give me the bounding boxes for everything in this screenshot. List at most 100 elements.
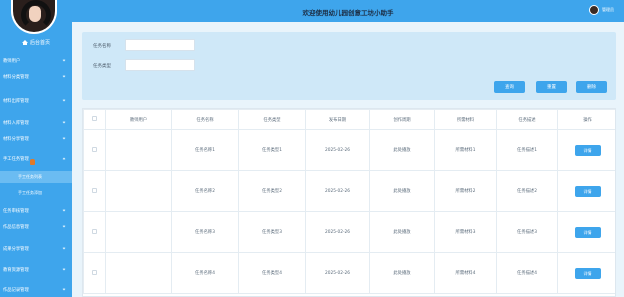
materials-cell: 所需材料4 xyxy=(434,252,497,294)
sidebar-home[interactable]: 后台首页 xyxy=(0,37,72,47)
sidebar-item-teacher-users[interactable]: 教师用户 xyxy=(0,53,72,69)
teacher-cell xyxy=(105,211,172,253)
sidebar-item-label: 材料分享管理 xyxy=(3,137,29,142)
detail-button[interactable]: 详情 xyxy=(574,267,601,279)
chevron-down-icon xyxy=(62,246,66,250)
action-cell: 详情 xyxy=(557,129,615,171)
column-header: 创作周期 xyxy=(369,109,435,130)
table-row: 任务名称4 任务类型4 2025-02-26 此处播放 所需材料4 任务描述4 … xyxy=(83,252,615,294)
sidebar-item-label: 成果分享管理 xyxy=(3,247,29,252)
detail-button[interactable]: 详情 xyxy=(574,144,601,156)
sidebar-item-education-resources[interactable]: 教育资源管理 xyxy=(0,262,72,278)
task-name-cell: 任务名称3 xyxy=(171,211,239,253)
sidebar-item-material-share[interactable]: 材料分享管理 xyxy=(0,131,72,147)
task-name-cell: 任务名称2 xyxy=(171,170,239,212)
sidebar-item-label: 教育资源管理 xyxy=(3,268,29,273)
column-header: 所需材料 xyxy=(434,109,497,130)
chevron-down-icon xyxy=(62,58,66,62)
desc-cell: 任务描述1 xyxy=(496,129,558,171)
chevron-down-icon xyxy=(62,224,66,228)
date-cell: 2025-02-26 xyxy=(305,252,370,294)
column-header: 任务类型 xyxy=(238,109,306,130)
materials-cell: 所需材料1 xyxy=(434,129,497,171)
task-type-label: 任务类型 xyxy=(93,64,111,69)
row-checkbox[interactable] xyxy=(92,146,97,152)
avatar xyxy=(11,0,57,34)
action-cell: 详情 xyxy=(557,211,615,253)
row-select-cell[interactable] xyxy=(83,252,106,294)
sidebar-subitem-label: 手工任务列表 xyxy=(18,174,42,179)
query-button[interactable]: 查询 xyxy=(494,81,525,93)
row-checkbox[interactable] xyxy=(92,187,97,193)
chevron-down-icon xyxy=(62,287,66,291)
delete-button[interactable]: 删除 xyxy=(576,81,607,93)
table-row: 任务名称1 任务类型1 2025-02-26 此处播放 所需材料1 任务描述1 … xyxy=(83,129,615,171)
teacher-cell xyxy=(105,129,172,171)
chevron-down-icon xyxy=(62,208,66,212)
desc-cell: 任务描述3 xyxy=(496,211,558,253)
sidebar: 后台首页 教师用户 材料分类管理 材料出库管理 材料入库管理 材料分享管理 手工… xyxy=(0,0,72,297)
row-checkbox[interactable] xyxy=(92,269,97,275)
column-header: 教师用户 xyxy=(105,109,172,130)
sidebar-item-works-records[interactable]: 作品记录管理 xyxy=(0,282,72,297)
cycle-cell: 此处播放 xyxy=(369,170,435,212)
sidebar-item-label: 作品信息管理 xyxy=(3,225,29,230)
chevron-up-icon xyxy=(62,157,66,161)
task-name-input[interactable] xyxy=(125,39,195,51)
date-cell: 2025-02-26 xyxy=(305,211,370,253)
row-select-cell[interactable] xyxy=(83,170,106,212)
sidebar-item-label: 材料出库管理 xyxy=(3,99,29,104)
sidebar-item-works-info[interactable]: 作品信息管理 xyxy=(0,219,72,235)
row-checkbox[interactable] xyxy=(92,228,97,234)
desc-cell: 任务描述2 xyxy=(496,170,558,212)
chevron-down-icon xyxy=(62,98,66,102)
chevron-down-icon xyxy=(62,74,66,78)
desc-cell: 任务描述4 xyxy=(496,252,558,294)
task-table: 教师用户 任务名称 任务类型 发布日期 创作周期 所需材料 任务描述 操作 任务… xyxy=(83,109,615,294)
row-select-cell[interactable] xyxy=(83,129,106,171)
sidebar-item-label: 任务审核管理 xyxy=(3,209,29,214)
row-select-cell[interactable] xyxy=(83,211,106,253)
task-table-panel: 教师用户 任务名称 任务类型 发布日期 创作周期 所需材料 任务描述 操作 任务… xyxy=(82,108,616,297)
sidebar-subitem-task-list[interactable]: 手工任务列表 xyxy=(0,171,72,183)
teacher-cell xyxy=(105,252,172,294)
sidebar-item-handcraft-tasks[interactable]: 手工任务管理 xyxy=(0,151,72,167)
task-type-input[interactable] xyxy=(125,59,195,71)
sidebar-item-label: 材料分类管理 xyxy=(3,75,29,80)
detail-button[interactable]: 详情 xyxy=(574,226,601,238)
action-cell: 详情 xyxy=(557,170,615,212)
user-menu[interactable]: 管理员 xyxy=(589,5,614,15)
select-all-cell[interactable] xyxy=(83,109,106,130)
sidebar-item-label: 教师用户 xyxy=(3,59,21,64)
sidebar-home-label: 后台首页 xyxy=(29,39,50,46)
detail-button[interactable]: 详情 xyxy=(574,185,601,197)
sidebar-item-task-review[interactable]: 任务审核管理 xyxy=(0,203,72,219)
sidebar-subitem-task-add[interactable]: 手工任务添加 xyxy=(0,187,72,199)
sidebar-item-material-inbound[interactable]: 材料入库管理 xyxy=(0,115,72,131)
reset-button[interactable]: 重置 xyxy=(536,81,567,93)
chevron-down-icon xyxy=(62,267,66,271)
date-cell: 2025-02-26 xyxy=(305,170,370,212)
sidebar-item-label: 材料入库管理 xyxy=(3,121,29,126)
pointer-cursor-icon xyxy=(30,159,35,165)
sidebar-item-results-share[interactable]: 成果分享管理 xyxy=(0,241,72,257)
cycle-cell: 此处播放 xyxy=(369,252,435,294)
teacher-cell xyxy=(105,170,172,212)
task-type-cell: 任务类型2 xyxy=(238,170,306,212)
search-panel: 任务名称 任务类型 查询 重置 删除 xyxy=(82,32,616,100)
select-all-checkbox[interactable] xyxy=(92,116,97,121)
sidebar-item-material-category[interactable]: 材料分类管理 xyxy=(0,69,72,85)
app-root: 后台首页 教师用户 材料分类管理 材料出库管理 材料入库管理 材料分享管理 手工… xyxy=(0,0,624,297)
column-header: 任务名称 xyxy=(171,109,239,130)
date-cell: 2025-02-26 xyxy=(305,129,370,171)
task-name-cell: 任务名称1 xyxy=(171,129,239,171)
sidebar-item-material-outbound[interactable]: 材料出库管理 xyxy=(0,93,72,109)
table-header-row: 教师用户 任务名称 任务类型 发布日期 创作周期 所需材料 任务描述 操作 xyxy=(83,109,615,130)
task-name-label: 任务名称 xyxy=(93,44,111,49)
sidebar-item-label: 手工任务管理 xyxy=(3,157,29,162)
user-name: 管理员 xyxy=(602,7,614,12)
table-row: 任务名称3 任务类型3 2025-02-26 此处播放 所需材料3 任务描述3 … xyxy=(83,211,615,253)
chevron-down-icon xyxy=(62,136,66,140)
user-avatar xyxy=(589,5,599,15)
materials-cell: 所需材料2 xyxy=(434,170,497,212)
